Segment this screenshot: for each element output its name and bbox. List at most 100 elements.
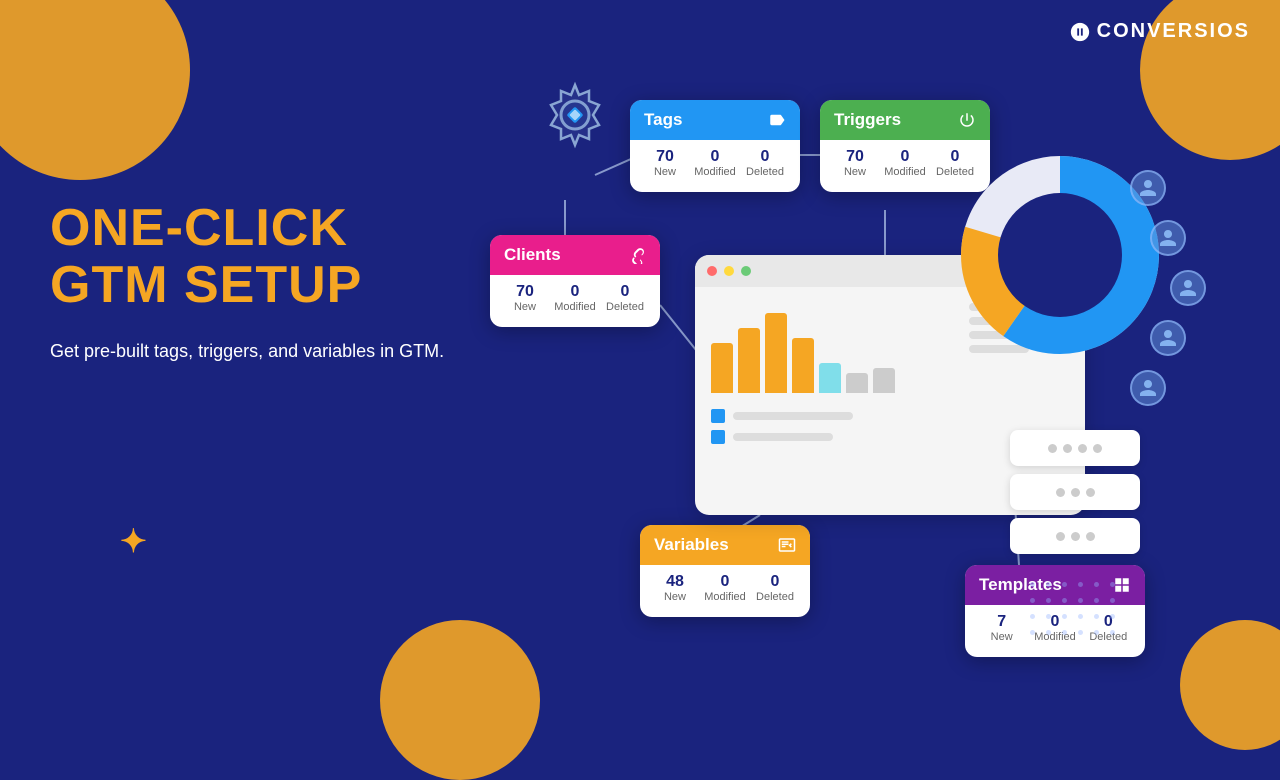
- tags-card-header: Tags: [630, 100, 800, 140]
- decorative-blob-bottom-left: [380, 620, 540, 780]
- avatar-group: [1130, 170, 1206, 406]
- stacked-dot-1: [1048, 444, 1057, 453]
- line-item-2: [711, 430, 953, 444]
- avatar-icon-2: [1158, 228, 1178, 248]
- triggers-deleted-count: 0: [951, 148, 960, 166]
- stacked-dot-3: [1078, 444, 1087, 453]
- avatar-icon-5: [1138, 378, 1158, 398]
- bar-gray-1: [846, 373, 868, 393]
- tags-new-label: New: [654, 166, 676, 178]
- avatar-icon-3: [1178, 278, 1198, 298]
- dashboard-left-panel: [711, 303, 953, 499]
- clients-card-body: 70 New 0 Modified 0 Deleted: [490, 275, 660, 327]
- variables-icon: [778, 536, 796, 554]
- tags-modified-label: Modified: [694, 166, 736, 178]
- avatar-3: [1170, 270, 1206, 306]
- clients-label: Clients: [504, 245, 561, 265]
- variables-modified-count: 0: [721, 573, 730, 591]
- tags-new-count: 70: [656, 148, 674, 166]
- tags-deleted-count: 0: [761, 148, 770, 166]
- clients-card-header: Clients: [490, 235, 660, 275]
- stacked-card-1: [1010, 430, 1140, 466]
- bar-4: [792, 338, 814, 393]
- variables-new-label: New: [664, 591, 686, 603]
- hero-title-line2: GTM SETUP: [50, 257, 444, 314]
- stacked-dot-10: [1086, 532, 1095, 541]
- avatar-2: [1150, 220, 1186, 256]
- triggers-modified-label: Modified: [884, 166, 926, 178]
- stacked-card-2: [1010, 474, 1140, 510]
- tags-card-body: 70 New 0 Modified 0 Deleted: [630, 140, 800, 192]
- tags-label: Tags: [644, 110, 682, 130]
- dot-grid-decoration: [1030, 582, 1120, 640]
- decorative-blob-top-left: [0, 0, 190, 180]
- triggers-modified-count: 0: [901, 148, 910, 166]
- hero-title-line1: ONE-CLICK: [50, 200, 444, 257]
- avatar-5: [1130, 370, 1166, 406]
- variables-deleted-label: Deleted: [756, 591, 794, 603]
- variables-modified-label: Modified: [704, 591, 746, 603]
- dot-3: [741, 266, 751, 276]
- clients-deleted-label: Deleted: [606, 301, 644, 313]
- triggers-new-label: New: [844, 166, 866, 178]
- bar-chart: [711, 303, 953, 393]
- clients-modified-count: 0: [571, 283, 580, 301]
- bar-gray-2: [873, 368, 895, 393]
- decorative-blob-bottom-right: [1180, 620, 1280, 750]
- gear-icon-container: [535, 75, 615, 160]
- stacked-dot-5: [1056, 488, 1065, 497]
- bar-1: [711, 343, 733, 393]
- stacked-card-3: [1010, 518, 1140, 554]
- bar-2: [738, 328, 760, 393]
- clients-deleted-count: 0: [621, 283, 630, 301]
- line-items: [711, 409, 953, 444]
- stacked-dot-2: [1063, 444, 1072, 453]
- triggers-card-header: Triggers: [820, 100, 990, 140]
- tags-icon: [768, 111, 786, 129]
- triggers-icon: [958, 111, 976, 129]
- hero-subtitle: Get pre-built tags, triggers, and variab…: [50, 338, 444, 365]
- clients-card: Clients 70 New 0 Modified 0 Deleted: [490, 235, 660, 327]
- templates-new-count: 7: [997, 613, 1006, 631]
- variables-card-body: 48 New 0 Modified 0 Deleted: [640, 565, 810, 617]
- avatar-1: [1130, 170, 1166, 206]
- avatar-icon-4: [1158, 328, 1178, 348]
- line-item-1: [711, 409, 953, 423]
- stacked-dot-4: [1093, 444, 1102, 453]
- bar-teal: [819, 363, 841, 393]
- triggers-new-count: 70: [846, 148, 864, 166]
- line-bar-1: [733, 412, 853, 420]
- brand-name: CONVERSIOS: [1097, 20, 1250, 43]
- cross-decoration: ✦: [120, 522, 147, 560]
- variables-deleted-count: 0: [771, 573, 780, 591]
- clients-icon: [628, 246, 646, 264]
- dot-2: [724, 266, 734, 276]
- tags-modified-count: 0: [711, 148, 720, 166]
- clients-modified-label: Modified: [554, 301, 596, 313]
- variables-card-header: Variables: [640, 525, 810, 565]
- hero-title: ONE-CLICK GTM SETUP: [50, 200, 444, 314]
- line-square-2: [711, 430, 725, 444]
- avatar-icon-1: [1138, 178, 1158, 198]
- clients-new-label: New: [514, 301, 536, 313]
- tags-card: Tags 70 New 0 Modified 0 Deleted: [630, 100, 800, 192]
- dot-1: [707, 266, 717, 276]
- tags-deleted-label: Deleted: [746, 166, 784, 178]
- stacked-dot-6: [1071, 488, 1080, 497]
- brand-logo: CONVERSIOS: [1069, 20, 1250, 43]
- bar-3: [765, 313, 787, 393]
- hero-content: ONE-CLICK GTM SETUP Get pre-built tags, …: [50, 200, 444, 365]
- templates-new-label: New: [991, 631, 1013, 643]
- stacked-dot-8: [1056, 532, 1065, 541]
- triggers-label: Triggers: [834, 110, 901, 130]
- stacked-dot-9: [1071, 532, 1080, 541]
- logo-icon: [1069, 21, 1091, 43]
- variables-new-count: 48: [666, 573, 684, 591]
- gear-icon: [535, 75, 615, 155]
- line-square-1: [711, 409, 725, 423]
- variables-card: Variables 48 New 0 Modified 0 Deleted: [640, 525, 810, 617]
- avatar-4: [1150, 320, 1186, 356]
- line-bar-2: [733, 433, 833, 441]
- stacked-cards: [1010, 430, 1140, 554]
- clients-new-count: 70: [516, 283, 534, 301]
